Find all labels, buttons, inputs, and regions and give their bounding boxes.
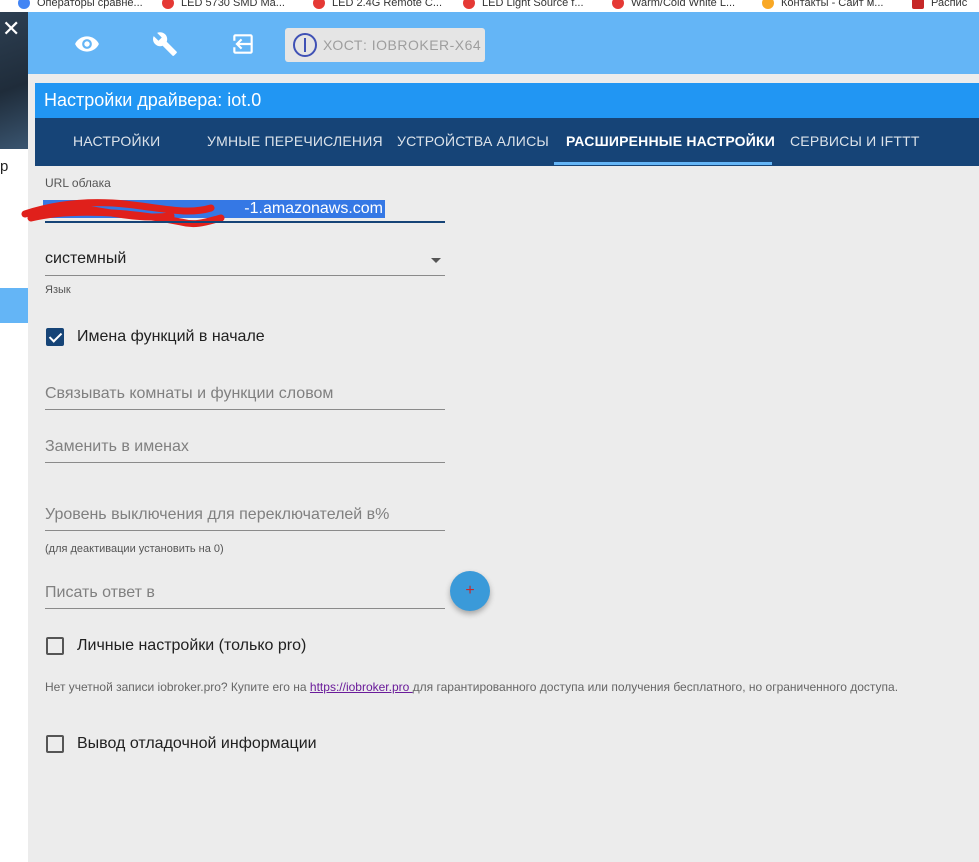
tab-advanced-settings[interactable]: РАСШИРЕННЫЕ НАСТРОЙКИ — [566, 118, 775, 166]
pro-settings-label: Личные настройки (только pro) — [77, 637, 307, 654]
bookmark-item[interactable]: LED 5730 SMD Ma... — [162, 0, 285, 11]
tab-alice-devices[interactable]: УСТРОЙСТВА АЛИСЫ — [397, 118, 549, 166]
off-level-underline — [45, 530, 445, 531]
bookmark-favicon-icon — [912, 0, 924, 9]
replace-names-field[interactable]: Заменить в именах — [45, 438, 445, 468]
bookmark-favicon-icon — [162, 0, 174, 9]
bookmark-favicon-icon — [612, 0, 624, 9]
sidebar-partial-label: р — [0, 158, 9, 175]
redaction-scribble-icon — [21, 199, 225, 228]
eye-icon[interactable] — [73, 30, 101, 58]
close-icon[interactable]: ✕ — [2, 18, 20, 40]
tab-settings[interactable]: НАСТРОЙКИ — [73, 118, 160, 166]
bookmark-favicon-icon — [18, 0, 30, 9]
tab-active-indicator — [554, 162, 772, 165]
left-sidebar: ✕ р — [0, 12, 28, 862]
off-level-input[interactable]: Уровень выключения для переключателей в% — [45, 506, 445, 524]
language-select[interactable]: системный — [45, 250, 445, 300]
bookmark-favicon-icon — [463, 0, 475, 9]
add-button[interactable]: + — [450, 571, 490, 611]
bookmark-item[interactable]: Операторы сравне... — [18, 0, 143, 11]
debug-checkbox[interactable] — [46, 735, 64, 753]
bookmark-item[interactable]: Warm/Cold White L... — [612, 0, 735, 11]
logout-icon[interactable] — [229, 30, 257, 58]
pro-settings-checkbox[interactable] — [46, 637, 64, 655]
cloud-url-label: URL облака — [45, 176, 111, 190]
top-toolbar: ХОСТ: IOBROKER-X64 — [28, 12, 979, 74]
off-level-field[interactable]: Уровень выключения для переключателей в% — [45, 506, 445, 536]
functions-first-checkbox[interactable] — [46, 328, 64, 346]
language-value: системный — [45, 250, 127, 267]
cloud-url-underline — [45, 221, 445, 223]
off-level-helper: (для деактивации установить на 0) — [45, 543, 224, 555]
tab-smart-enums[interactable]: УМНЫЕ ПЕРЕЧИСЛЕНИЯ — [207, 118, 383, 166]
pro-settings-checkbox-row[interactable]: Личные настройки (только pro) — [46, 637, 306, 655]
cloud-url-field[interactable]: URL облака -1.amazonaws.com — [21, 176, 445, 228]
functions-first-label: Имена функций в начале — [77, 328, 265, 345]
bookmark-favicon-icon — [313, 0, 325, 9]
bookmarks-bar: Операторы сравне... LED 5730 SMD Ma... L… — [0, 0, 979, 12]
settings-form: URL облака -1.amazonaws.com системный Яз… — [21, 166, 979, 862]
functions-first-checkbox-row[interactable]: Имена функций в начале — [46, 328, 265, 346]
bookmark-item[interactable]: LED 2.4G Remote C... — [313, 0, 442, 11]
page-title: Настройки драйвера: iot.0 — [35, 83, 979, 118]
response-to-field[interactable]: Писать ответ в — [45, 584, 445, 614]
concat-word-underline — [45, 409, 445, 410]
debug-label: Вывод отладочной информации — [77, 735, 317, 752]
replace-names-input[interactable]: Заменить в именах — [45, 438, 445, 456]
tab-services-ifttt[interactable]: СЕРВИСЫ И IFTTT — [790, 118, 920, 166]
response-to-underline — [45, 608, 445, 609]
response-to-input[interactable]: Писать ответ в — [45, 584, 445, 602]
pro-info-text: Нет учетной записи iobroker.pro? Купите … — [45, 680, 899, 694]
host-selector[interactable]: ХОСТ: IOBROKER-X64 — [285, 28, 485, 62]
concat-word-input[interactable]: Связывать комнаты и функции словом — [45, 385, 445, 403]
bookmark-item[interactable]: Распис — [912, 0, 967, 11]
chevron-down-icon — [431, 258, 441, 263]
debug-checkbox-row[interactable]: Вывод отладочной информации — [46, 735, 317, 753]
bookmark-item[interactable]: Контакты - Сайт м... — [762, 0, 883, 11]
iobroker-pro-link[interactable]: https://iobroker.pro — [310, 680, 413, 694]
bookmark-favicon-icon — [762, 0, 774, 9]
replace-names-underline — [45, 462, 445, 463]
host-label: ХОСТ: IOBROKER-X64 — [323, 37, 482, 53]
tab-bar: НАСТРОЙКИ УМНЫЕ ПЕРЕЧИСЛЕНИЯ УСТРОЙСТВА … — [35, 118, 979, 166]
sidebar-active-item[interactable] — [0, 288, 28, 323]
concat-word-field[interactable]: Связывать комнаты и функции словом — [45, 385, 445, 415]
language-underline — [45, 275, 445, 276]
language-helper: Язык — [45, 284, 71, 296]
wrench-icon[interactable] — [151, 30, 179, 58]
bookmark-item[interactable]: LED Light Source f... — [463, 0, 584, 11]
iobroker-logo-icon — [293, 33, 317, 57]
